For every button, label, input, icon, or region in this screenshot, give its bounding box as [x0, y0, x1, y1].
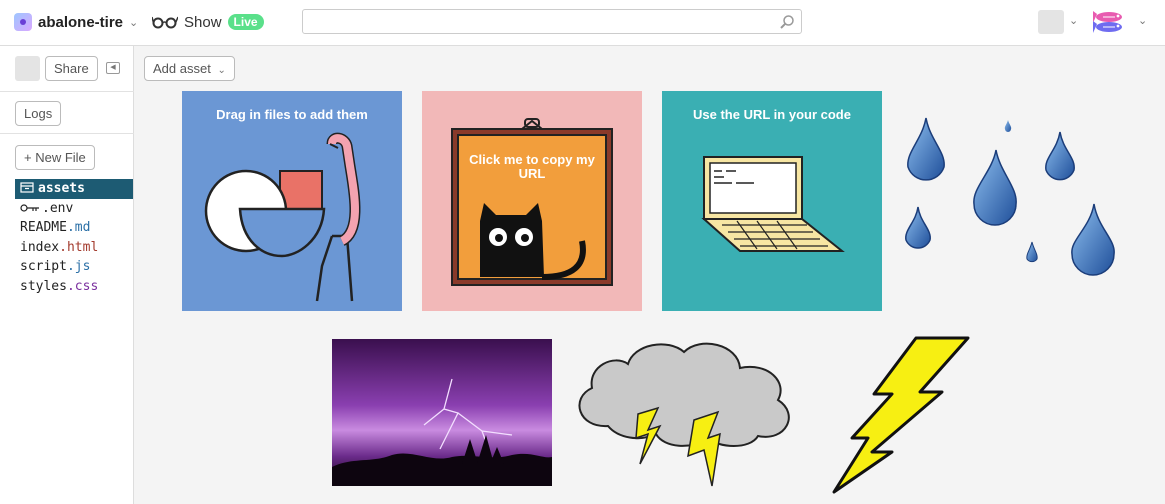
file-name: README — [20, 220, 67, 235]
user-avatar[interactable] — [1038, 10, 1064, 34]
add-asset-label: Add asset — [153, 61, 211, 76]
chevron-down-icon[interactable]: ⌄ — [1069, 14, 1078, 27]
sidebar: Share ◀ Logs + New File assets .env READ… — [0, 46, 134, 504]
file-item-readme[interactable]: README.md — [15, 218, 133, 238]
show-label: Show — [184, 13, 222, 31]
ostrich-illustration — [204, 132, 361, 302]
file-item-script-js[interactable]: script.js — [15, 257, 133, 277]
file-item-styles-css[interactable]: styles.css — [15, 277, 133, 297]
share-button[interactable]: Share — [45, 56, 98, 81]
project-menu[interactable]: abalone-tire ⌄ — [14, 12, 138, 32]
add-asset-button[interactable]: Add asset ⌄ — [144, 56, 235, 81]
file-ext: .html — [59, 239, 99, 255]
laptop-illustration — [701, 156, 845, 252]
live-badge: Live — [227, 14, 264, 30]
hook-icon — [451, 118, 613, 286]
file-ext: .js — [66, 259, 91, 274]
chevron-down-icon: ⌄ — [129, 16, 139, 29]
asset-tile-lightning-photo[interactable] — [332, 339, 552, 486]
file-name: .env — [42, 200, 74, 216]
divider — [0, 91, 134, 92]
file-item-index-html[interactable]: index.html — [15, 238, 133, 258]
new-file-button[interactable]: + New File — [15, 145, 95, 170]
file-name: assets — [38, 181, 85, 196]
collaborator-avatar[interactable] — [15, 56, 40, 81]
show-button[interactable]: Show Live — [152, 12, 264, 32]
file-ext: .md — [66, 220, 91, 235]
file-tree: assets .env README.md index.html script.… — [15, 179, 133, 296]
file-item-env[interactable]: .env — [15, 199, 133, 219]
collapse-sidebar-icon[interactable]: ◀ — [106, 62, 120, 74]
file-name: index — [20, 239, 60, 255]
divider — [0, 133, 134, 134]
logs-button[interactable]: Logs — [15, 101, 62, 126]
file-item-assets[interactable]: assets — [15, 179, 133, 199]
asset-tile-storm-cloud[interactable] — [568, 338, 796, 488]
file-ext: .css — [66, 278, 99, 294]
search-icon — [780, 15, 794, 29]
lightning-bolt-illustration — [832, 336, 970, 494]
glasses-icon — [152, 16, 178, 29]
asset-tile-copy-url[interactable]: Click me to copy my URL — [422, 91, 642, 311]
project-name: abalone-tire — [38, 13, 124, 31]
top-bar: abalone-tire ⌄ Show Live ⌄ ⌄ — [0, 0, 1165, 46]
file-name: script — [20, 259, 67, 274]
folder-icon — [20, 182, 34, 193]
tile-title: Click me to copy my URL — [469, 152, 595, 181]
asset-tile-drag-files[interactable]: Drag in files to add them — [182, 91, 402, 311]
asset-tile-use-url[interactable]: Use the URL in your code — [662, 91, 882, 311]
fish-avatar-icon[interactable] — [1093, 9, 1125, 35]
file-name: styles — [20, 278, 67, 294]
lightning-photo-illustration — [332, 378, 552, 486]
chevron-down-icon: ⌄ — [217, 65, 226, 76]
search-input[interactable] — [302, 9, 802, 34]
storm-cloud-illustration — [578, 342, 790, 487]
key-icon — [20, 203, 39, 212]
asset-tile-raindrops[interactable] — [896, 112, 1126, 282]
asset-tile-lightning-bolt[interactable] — [830, 334, 970, 496]
raindrops-illustration — [905, 117, 1115, 276]
chevron-down-icon[interactable]: ⌄ — [1138, 14, 1147, 27]
project-avatar-icon — [14, 13, 32, 31]
